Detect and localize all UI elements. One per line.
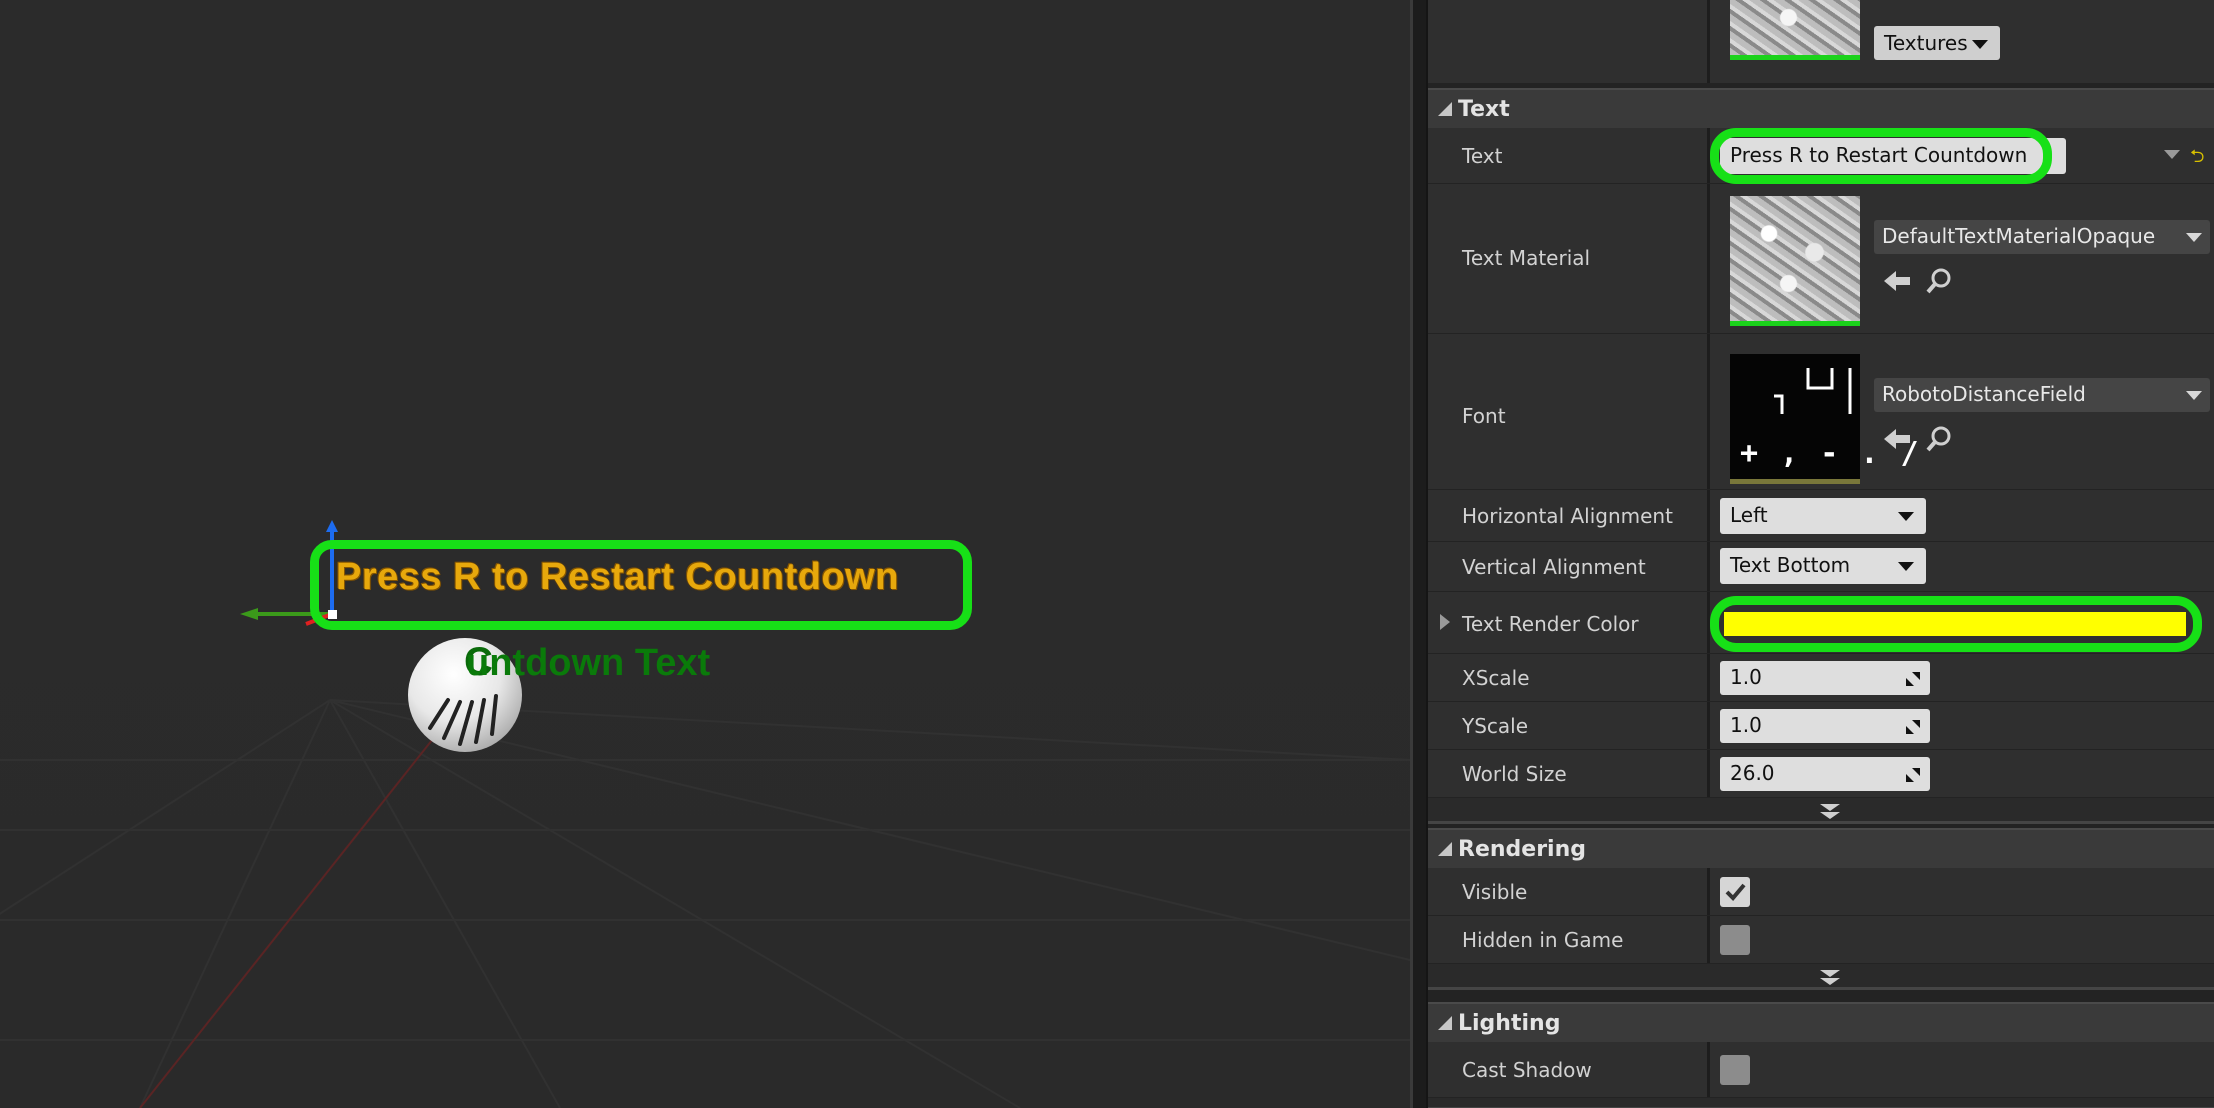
visible-checkbox[interactable] — [1720, 877, 1750, 907]
yscale-input[interactable]: 1.0 — [1720, 709, 1930, 743]
details-panel: Textures Text Text Press R to Restart Co… — [1428, 0, 2214, 1108]
horizontal-alignment-dropdown[interactable]: Left — [1720, 498, 1926, 534]
property-cast-shadow: Cast Shadow — [1428, 1042, 2214, 1098]
chevron-down-icon — [2186, 391, 2202, 400]
property-vertical-alignment: Vertical Alignment Text Bottom — [1428, 542, 2214, 592]
chevron-down-icon — [1898, 512, 1914, 521]
category-lighting[interactable]: Lighting — [1428, 1002, 2214, 1042]
hidden-in-game-checkbox[interactable] — [1720, 925, 1750, 955]
countdown-text-label: untdown Text — [466, 642, 711, 684]
color-swatch-highlight — [1710, 596, 2202, 652]
spin-drag-icon — [1906, 768, 1920, 782]
font-dropdown[interactable]: RobotoDistanceField — [1874, 378, 2210, 412]
text-input-highlight — [1710, 128, 2052, 184]
checkmark-icon — [1725, 883, 1746, 901]
property-horizontal-alignment: Horizontal Alignment Left — [1428, 490, 2214, 542]
vertical-alignment-dropdown[interactable]: Text Bottom — [1720, 548, 1926, 584]
expand-arrow-icon[interactable] — [1440, 614, 1450, 630]
property-yscale: YScale 1.0 — [1428, 702, 2214, 750]
browse-search-icon[interactable] — [1924, 424, 1954, 454]
font-thumbnail[interactable]: + , - . / — [1730, 354, 1919, 484]
chevron-down-icon — [2186, 233, 2202, 242]
textures-dropdown[interactable]: Textures — [1874, 26, 2000, 60]
browse-search-icon[interactable] — [1924, 266, 1954, 296]
property-world-size: World Size 26.0 — [1428, 750, 2214, 798]
chevron-down-icon — [1898, 562, 1914, 571]
text-material-thumbnail[interactable] — [1730, 196, 1860, 326]
text-options-chevron-icon[interactable] — [2164, 150, 2180, 159]
text-advanced-expander[interactable] — [1428, 798, 2214, 824]
property-xscale: XScale 1.0 — [1428, 654, 2214, 702]
collapse-arrow-icon — [1438, 1016, 1452, 1030]
property-text-material: Text Material DefaultTextMaterialOpaque — [1428, 184, 2214, 334]
collapse-arrow-icon — [1438, 842, 1452, 856]
collapse-arrow-icon — [1438, 102, 1452, 116]
property-font: Font + , - . / RobotoDistanceField — [1428, 334, 2214, 490]
texture-thumbnail[interactable] — [1730, 0, 1860, 60]
category-rendering[interactable]: Rendering — [1428, 828, 2214, 868]
use-selected-arrow-icon[interactable] — [1882, 426, 1912, 452]
text-render-component[interactable]: Press R to Restart Countdown — [336, 556, 899, 599]
double-chevron-down-icon — [1820, 970, 1840, 985]
property-text-render-color: Text Render Color — [1428, 592, 2214, 654]
property-visible: Visible — [1428, 868, 2214, 916]
category-text[interactable]: Text — [1428, 88, 2214, 128]
world-size-input[interactable]: 26.0 — [1720, 757, 1930, 791]
panel-splitter[interactable] — [1410, 0, 1428, 1108]
cast-shadow-checkbox[interactable] — [1720, 1055, 1750, 1085]
level-viewport[interactable]: Press R to Restart Countdown C untdown T… — [0, 0, 1410, 1108]
use-selected-arrow-icon[interactable] — [1882, 268, 1912, 294]
text-material-dropdown[interactable]: DefaultTextMaterialOpaque — [1874, 220, 2210, 254]
reset-to-default-icon[interactable]: ⮌ — [2190, 144, 2204, 174]
spin-drag-icon — [1906, 672, 1920, 686]
property-text: Text Press R to Restart Countdown ⮌ — [1428, 128, 2214, 184]
lighting-advanced-expander[interactable] — [1428, 1098, 2214, 1108]
top-asset-row: Textures — [1428, 0, 2214, 84]
rendering-advanced-expander[interactable] — [1428, 964, 2214, 990]
xscale-input[interactable]: 1.0 — [1720, 661, 1930, 695]
spin-drag-icon — [1906, 720, 1920, 734]
chevron-down-icon — [1972, 40, 1988, 49]
double-chevron-down-icon — [1820, 804, 1840, 819]
property-hidden-in-game: Hidden in Game — [1428, 916, 2214, 964]
